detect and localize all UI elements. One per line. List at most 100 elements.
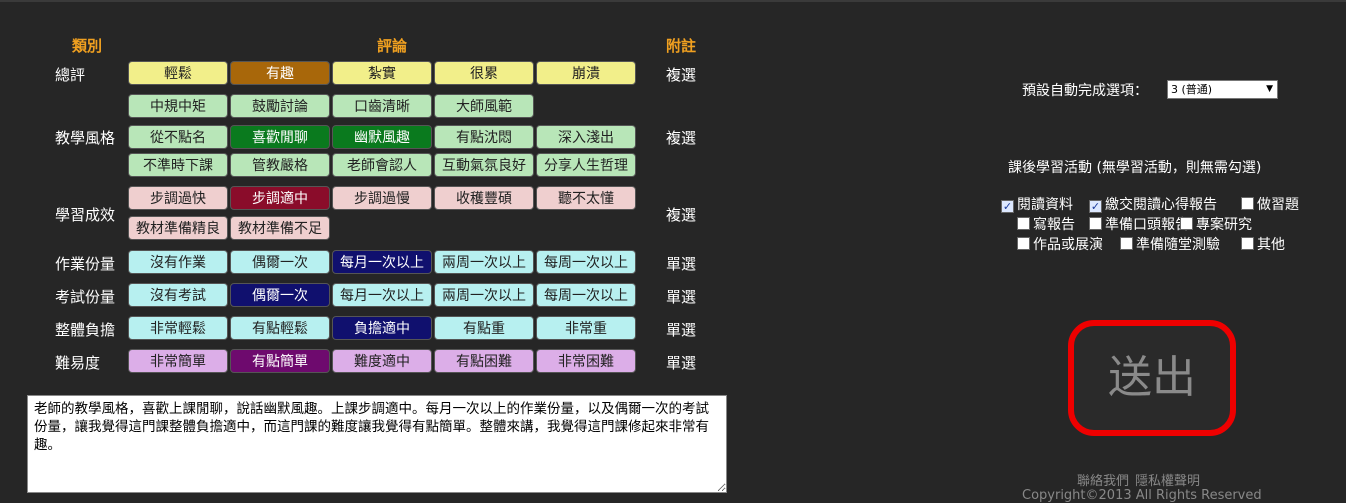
row-label: 整體負擔	[55, 321, 116, 339]
checkbox-checked-icon[interactable]: ✓	[1089, 200, 1102, 213]
rating-option[interactable]: 輕鬆	[128, 61, 228, 85]
rating-option[interactable]: 兩周一次以上	[434, 283, 534, 307]
activity-checkbox[interactable]: 準備隨堂測驗	[1120, 236, 1220, 254]
rating-option[interactable]: 口齒清晰	[332, 94, 432, 118]
row-label: 總評	[55, 66, 86, 84]
header-note: 附註	[666, 37, 697, 55]
rating-option[interactable]: 教材準備精良	[128, 216, 228, 240]
rating-option[interactable]: 沒有考試	[128, 283, 228, 307]
row-label: 教學風格	[55, 129, 116, 147]
checkbox-checked-icon[interactable]: ✓	[1001, 200, 1014, 213]
activity-checkbox[interactable]: 其他	[1241, 236, 1285, 254]
rating-option[interactable]: 有點重	[434, 316, 534, 340]
rating-option[interactable]: 非常困難	[536, 349, 636, 373]
checkbox-empty-icon[interactable]	[1241, 197, 1254, 210]
rating-option[interactable]: 不準時下課	[128, 153, 228, 177]
rating-option[interactable]: 沒有作業	[128, 250, 228, 274]
activity-checkbox[interactable]: 專案研究	[1180, 216, 1252, 234]
contact-link[interactable]: 聯絡我們	[1077, 474, 1129, 489]
rating-option[interactable]: 鼓勵討論	[230, 94, 330, 118]
footer-links: 聯絡我們 隱私權聲明	[1077, 470, 1206, 489]
rating-option[interactable]: 有點簡單	[230, 349, 330, 373]
rating-option[interactable]: 分享人生哲理	[536, 153, 636, 177]
rating-option[interactable]: 中規中矩	[128, 94, 228, 118]
activity-label: 專案研究	[1196, 217, 1252, 233]
rating-option[interactable]: 深入淺出	[536, 125, 636, 149]
default-option-label: 預設自動完成選項：	[1022, 83, 1148, 99]
checkbox-empty-icon[interactable]	[1017, 217, 1030, 230]
activity-title: 課後學習活動 (無學習活動，則無需勾選)	[1008, 160, 1262, 176]
checkbox-empty-icon[interactable]	[1241, 237, 1254, 250]
rating-option[interactable]: 很累	[434, 61, 534, 85]
row-note: 單選	[666, 354, 697, 372]
rating-option[interactable]: 有點輕鬆	[230, 316, 330, 340]
rating-option[interactable]: 崩潰	[536, 61, 636, 85]
activity-checkbox[interactable]: 作品或展演	[1017, 236, 1103, 254]
rating-option[interactable]: 紮實	[332, 61, 432, 85]
default-option-select[interactable]: 3 (普通) ▼	[1167, 80, 1278, 99]
row-note: 單選	[666, 321, 697, 339]
submit-button[interactable]: 送出	[1068, 320, 1236, 436]
rating-option[interactable]: 管教嚴格	[230, 153, 330, 177]
rating-option[interactable]: 教材準備不足	[230, 216, 330, 240]
row-label: 學習成效	[55, 206, 116, 224]
comment-textarea[interactable]	[27, 395, 727, 493]
rating-option[interactable]: 有趣	[230, 61, 330, 85]
checkbox-empty-icon[interactable]	[1120, 237, 1133, 250]
activity-checkbox[interactable]: 寫報告	[1017, 216, 1075, 234]
row-note: 單選	[666, 255, 697, 273]
rating-option[interactable]: 兩周一次以上	[434, 250, 534, 274]
activity-label: 閱讀資料	[1017, 197, 1073, 213]
rating-option[interactable]: 負擔適中	[332, 316, 432, 340]
row-note: 複選	[666, 66, 697, 84]
activity-label: 繳交閱讀心得報告	[1105, 197, 1217, 213]
rating-option[interactable]: 每月一次以上	[332, 250, 432, 274]
rating-option[interactable]: 偶爾一次	[230, 283, 330, 307]
copyright-text: Copyright©2013 All Rights Reserved	[1022, 488, 1262, 503]
activity-label: 寫報告	[1033, 217, 1075, 233]
row-label: 難易度	[55, 354, 101, 372]
activity-checkbox[interactable]: 準備口頭報告	[1089, 216, 1189, 234]
rating-option[interactable]: 步調適中	[230, 186, 330, 210]
top-divider	[0, 0, 1346, 2]
rating-option[interactable]: 每月一次以上	[332, 283, 432, 307]
row-note: 複選	[666, 206, 697, 224]
rating-option[interactable]: 老師會認人	[332, 153, 432, 177]
rating-option[interactable]: 從不點名	[128, 125, 228, 149]
rating-option[interactable]: 互動氣氛良好	[434, 153, 534, 177]
rating-option[interactable]: 喜歡閒聊	[230, 125, 330, 149]
header-comment: 評論	[377, 37, 408, 55]
rating-option[interactable]: 大師風範	[434, 94, 534, 118]
checkbox-empty-icon[interactable]	[1180, 217, 1193, 230]
rating-option[interactable]: 有點困難	[434, 349, 534, 373]
row-label: 考試份量	[55, 288, 116, 306]
activity-label: 其他	[1257, 237, 1285, 253]
row-note: 複選	[666, 129, 697, 147]
activity-checkbox[interactable]: ✓ 閱讀資料	[1001, 196, 1073, 214]
activity-checkbox[interactable]: 做習題	[1241, 196, 1299, 214]
rating-option[interactable]: 非常簡單	[128, 349, 228, 373]
activity-label: 準備隨堂測驗	[1136, 237, 1220, 253]
row-note: 單選	[666, 288, 697, 306]
checkbox-empty-icon[interactable]	[1017, 237, 1030, 250]
rating-option[interactable]: 幽默風趣	[332, 125, 432, 149]
chevron-down-icon: ▼	[1266, 84, 1273, 94]
rating-option[interactable]: 每周一次以上	[536, 250, 636, 274]
activity-label: 做習題	[1257, 197, 1299, 213]
rating-option[interactable]: 偶爾一次	[230, 250, 330, 274]
privacy-link[interactable]: 隱私權聲明	[1135, 474, 1200, 489]
rating-option[interactable]: 非常重	[536, 316, 636, 340]
rating-option[interactable]: 步調過快	[128, 186, 228, 210]
rating-option[interactable]: 有點沈悶	[434, 125, 534, 149]
activity-label: 作品或展演	[1033, 237, 1103, 253]
rating-option[interactable]: 非常輕鬆	[128, 316, 228, 340]
rating-option[interactable]: 收穫豐碩	[434, 186, 534, 210]
rating-option[interactable]: 聽不太懂	[536, 186, 636, 210]
rating-option[interactable]: 每周一次以上	[536, 283, 636, 307]
activity-checkbox[interactable]: ✓ 繳交閱讀心得報告	[1089, 196, 1217, 214]
default-option-value: 3 (普通)	[1171, 83, 1213, 96]
rating-option[interactable]: 難度適中	[332, 349, 432, 373]
rating-option[interactable]: 步調過慢	[332, 186, 432, 210]
row-label: 作業份量	[55, 255, 116, 273]
checkbox-empty-icon[interactable]	[1089, 217, 1102, 230]
